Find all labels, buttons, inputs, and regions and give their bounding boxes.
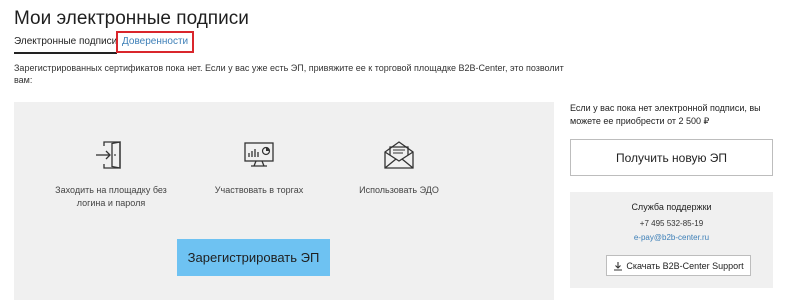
feature-auctions-text: Участвовать в торгах — [214, 185, 304, 195]
feature-login: Заходить на площадку без логина и пароля — [52, 140, 170, 210]
support-title: Служба поддержки — [631, 202, 712, 212]
feature-edo: Использовать ЭДО — [334, 140, 464, 197]
download-icon — [614, 261, 623, 271]
support-box: Служба поддержки +7 495 532-85-19 e-pay@… — [570, 192, 773, 288]
buy-ep-text: Если у вас пока нет электронной подписи,… — [570, 103, 761, 126]
login-door-icon — [96, 141, 121, 169]
support-email-link[interactable]: e-pay@b2b-center.ru — [570, 233, 773, 242]
download-support-button[interactable]: Скачать B2B-Center Support — [606, 255, 751, 276]
no-certificates-notice: Зарегистрированных сертификатов пока нет… — [14, 63, 564, 85]
feature-auctions: Участвовать в торгах — [199, 140, 319, 197]
tab-electronic-signatures[interactable]: Электронные подписи — [14, 35, 118, 54]
envelope-letter-icon — [384, 141, 414, 169]
download-support-label: Скачать B2B-Center Support — [626, 260, 744, 271]
register-ep-button[interactable]: Зарегистрировать ЭП — [177, 239, 330, 276]
benefits-panel: Заходить на площадку без логина и пароля… — [14, 102, 554, 300]
monitor-chart-icon — [244, 142, 274, 167]
feature-edo-text: Использовать ЭДО — [359, 185, 439, 195]
support-phone: +7 495 532-85-19 — [639, 219, 704, 228]
feature-login-text: Заходить на площадку без логина и пароля — [55, 185, 167, 208]
tab-powers-of-attorney[interactable]: Доверенности — [116, 31, 195, 53]
page-title: Мои электронные подписи — [14, 8, 249, 29]
get-new-ep-button[interactable]: Получить новую ЭП — [570, 139, 773, 176]
